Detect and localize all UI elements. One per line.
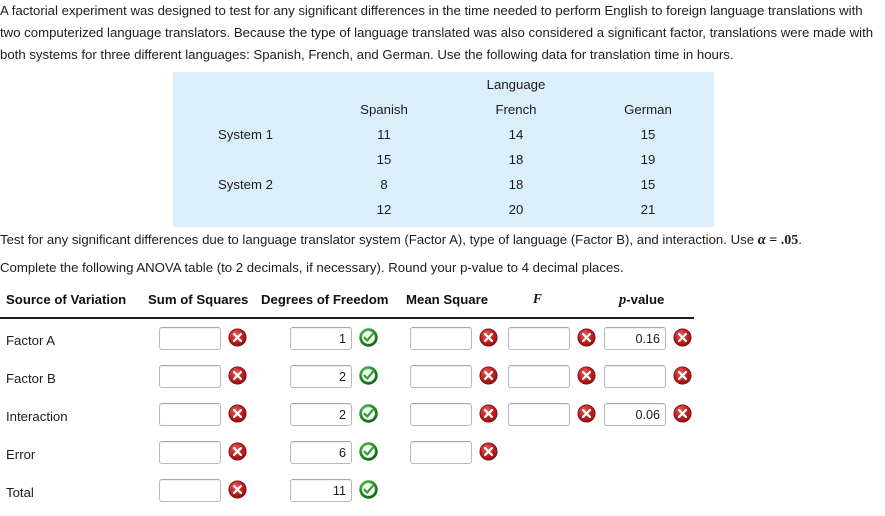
table-row: Total bbox=[0, 474, 700, 512]
red-x-circle-icon bbox=[479, 442, 498, 461]
data-cell: 15 bbox=[376, 152, 392, 167]
red-x-circle-icon bbox=[228, 366, 247, 385]
row-label-blank-2 bbox=[173, 197, 318, 222]
p-value-suffix: -value bbox=[626, 292, 665, 307]
alpha-symbol: α bbox=[757, 232, 766, 248]
header-degrees-of-freedom: Degrees of Freedom bbox=[261, 292, 389, 307]
data-cell: 15 bbox=[640, 127, 656, 142]
row-label-factor-a: Factor A bbox=[6, 333, 56, 348]
row-label-system-1: System 1 bbox=[218, 127, 273, 142]
instruction-line-1: Test for any significant differences due… bbox=[0, 231, 880, 250]
red-x-circle-icon bbox=[577, 366, 596, 385]
header-sum-of-squares: Sum of Squares bbox=[148, 292, 249, 307]
instruction-1-period: . bbox=[798, 232, 802, 247]
translation-data-table: Language Spanish French German System 1 … bbox=[173, 72, 714, 227]
red-x-circle-icon bbox=[228, 442, 247, 461]
table-row: System 1 11 14 15 bbox=[173, 122, 714, 147]
instruction-1-text: Test for any significant differences due… bbox=[0, 232, 758, 247]
input-factor-b-degrees-of-freedom[interactable] bbox=[290, 365, 352, 388]
anova-rows: Factor A Factor B bbox=[0, 322, 700, 512]
input-factor-a-p-value[interactable] bbox=[604, 327, 666, 350]
anova-header-row: Source of Variation Sum of Squares Degre… bbox=[0, 291, 700, 319]
data-table-column-header-row: Spanish French German bbox=[173, 97, 714, 122]
red-x-circle-icon bbox=[228, 328, 247, 347]
table-row: System 2 8 18 15 bbox=[173, 172, 714, 197]
table-row: Interaction bbox=[0, 398, 700, 436]
green-check-circle-icon bbox=[359, 328, 378, 347]
input-factor-b-mean-square[interactable] bbox=[410, 365, 472, 388]
input-interaction-mean-square[interactable] bbox=[410, 403, 472, 426]
red-x-circle-icon bbox=[673, 404, 692, 423]
anova-table: Source of Variation Sum of Squares Degre… bbox=[0, 291, 700, 502]
red-x-circle-icon bbox=[673, 328, 692, 347]
red-x-circle-icon bbox=[577, 404, 596, 423]
input-factor-a-degrees-of-freedom[interactable] bbox=[290, 327, 352, 350]
data-cell: 18 bbox=[508, 177, 524, 192]
input-total-sum-of-squares[interactable] bbox=[159, 479, 221, 502]
green-check-circle-icon bbox=[359, 366, 378, 385]
column-header-spanish: Spanish bbox=[360, 102, 408, 117]
input-factor-a-mean-square[interactable] bbox=[410, 327, 472, 350]
header-source-of-variation: Source of Variation bbox=[6, 292, 127, 307]
header-p-value: p-value bbox=[619, 292, 664, 309]
table-row: 15 18 19 bbox=[173, 147, 714, 172]
red-x-circle-icon bbox=[479, 366, 498, 385]
row-label-blank bbox=[173, 147, 318, 172]
input-factor-a-sum-of-squares[interactable] bbox=[159, 327, 221, 350]
row-label-error: Error bbox=[6, 447, 36, 462]
alpha-value: .05 bbox=[780, 233, 799, 248]
input-error-sum-of-squares[interactable] bbox=[159, 441, 221, 464]
instruction-line-2: Complete the following ANOVA table (to 2… bbox=[0, 260, 624, 275]
data-cell: 21 bbox=[640, 202, 656, 217]
row-label-factor-b: Factor B bbox=[6, 371, 56, 386]
input-interaction-f-statistic[interactable] bbox=[508, 403, 570, 426]
header-f-statistic: F bbox=[533, 291, 542, 306]
table-row: Factor A bbox=[0, 322, 700, 360]
input-error-degrees-of-freedom[interactable] bbox=[290, 441, 352, 464]
data-cell: 18 bbox=[508, 152, 524, 167]
row-label-interaction: Interaction bbox=[6, 409, 68, 424]
input-factor-b-sum-of-squares[interactable] bbox=[159, 365, 221, 388]
empty-corner-cell-2 bbox=[173, 97, 318, 122]
table-row: 12 20 21 bbox=[173, 197, 714, 222]
equals-sign: = bbox=[765, 233, 781, 248]
red-x-circle-icon bbox=[577, 328, 596, 347]
red-x-circle-icon bbox=[479, 328, 498, 347]
input-error-mean-square[interactable] bbox=[410, 441, 472, 464]
data-cell: 19 bbox=[640, 152, 656, 167]
input-interaction-p-value[interactable] bbox=[604, 403, 666, 426]
problem-statement: A factorial experiment was designed to t… bbox=[0, 3, 874, 62]
data-cell: 11 bbox=[377, 127, 391, 142]
data-cell: 20 bbox=[508, 202, 524, 217]
data-table-group-header-row: Language bbox=[173, 72, 714, 97]
green-check-circle-icon bbox=[359, 404, 378, 423]
group-title-language: Language bbox=[486, 77, 546, 92]
table-row: Factor B bbox=[0, 360, 700, 398]
header-divider-rule bbox=[0, 317, 694, 319]
data-cell: 14 bbox=[508, 127, 524, 142]
column-header-french: French bbox=[495, 102, 537, 117]
input-interaction-sum-of-squares[interactable] bbox=[159, 403, 221, 426]
input-total-degrees-of-freedom[interactable] bbox=[290, 479, 352, 502]
green-check-circle-icon bbox=[359, 442, 378, 461]
row-label-system-2: System 2 bbox=[218, 177, 273, 192]
table-row: Error bbox=[0, 436, 700, 474]
input-factor-b-p-value[interactable] bbox=[604, 365, 666, 388]
red-x-circle-icon bbox=[228, 404, 247, 423]
red-x-circle-icon bbox=[673, 366, 692, 385]
column-header-german: German bbox=[624, 102, 672, 117]
empty-corner-cell bbox=[173, 72, 318, 97]
red-x-circle-icon bbox=[479, 404, 498, 423]
row-label-total: Total bbox=[6, 485, 34, 500]
input-interaction-degrees-of-freedom[interactable] bbox=[290, 403, 352, 426]
data-cell: 15 bbox=[640, 177, 656, 192]
data-cell: 8 bbox=[380, 177, 388, 192]
green-check-circle-icon bbox=[359, 480, 378, 499]
header-mean-square: Mean Square bbox=[406, 292, 489, 307]
input-factor-b-f-statistic[interactable] bbox=[508, 365, 570, 388]
data-cell: 12 bbox=[376, 202, 392, 217]
red-x-circle-icon bbox=[228, 480, 247, 499]
input-factor-a-f-statistic[interactable] bbox=[508, 327, 570, 350]
